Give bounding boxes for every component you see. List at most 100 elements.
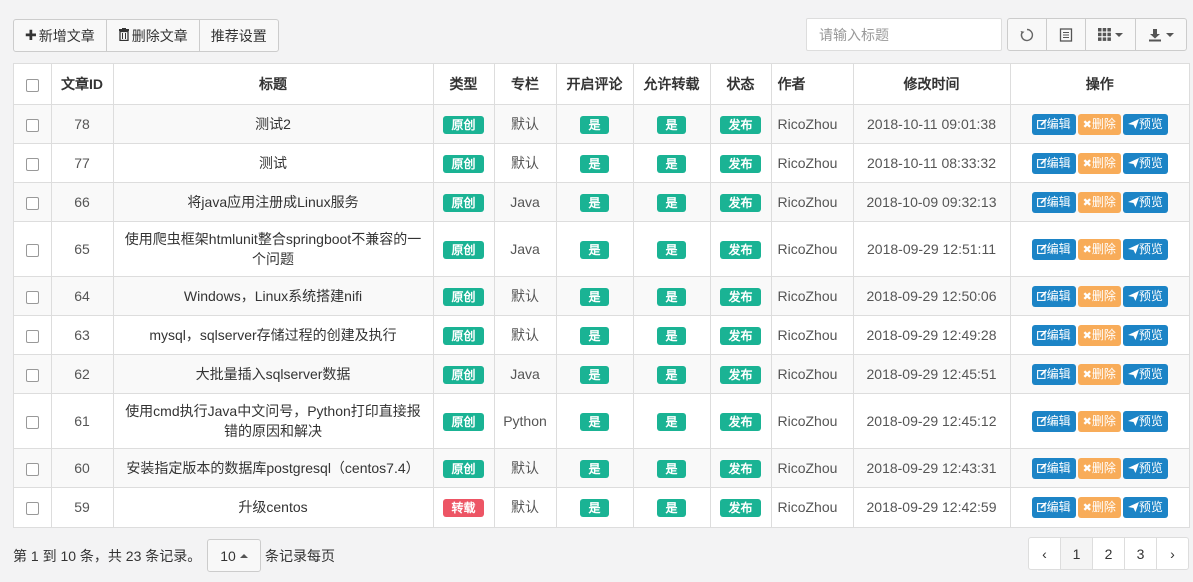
close-icon: ✖ bbox=[1082, 197, 1092, 209]
preview-button[interactable]: 预览 bbox=[1122, 364, 1168, 385]
delete-button[interactable]: ✖删除 bbox=[1077, 192, 1121, 213]
preview-button[interactable]: 预览 bbox=[1122, 239, 1168, 260]
edit-label: 编辑 bbox=[1046, 242, 1071, 256]
edit-button[interactable]: 编辑 bbox=[1031, 114, 1076, 135]
type-cell: 原创 bbox=[432, 276, 494, 316]
comment-badge: 是 bbox=[580, 499, 609, 518]
plus-icon: ✚ bbox=[25, 27, 37, 43]
select-all-checkbox[interactable] bbox=[25, 78, 39, 92]
edit-label: 编辑 bbox=[1046, 195, 1071, 209]
article-modified: 2018-10-11 09:01:38 bbox=[852, 104, 1010, 144]
comment-badge: 是 bbox=[580, 241, 609, 259]
header-type[interactable]: 类型 bbox=[432, 64, 494, 105]
delete-button[interactable]: ✖删除 bbox=[1077, 325, 1121, 346]
header-modified[interactable]: 修改时间 bbox=[852, 64, 1010, 105]
row-checkbox[interactable] bbox=[25, 368, 39, 382]
toggle-view-button[interactable] bbox=[1046, 18, 1086, 51]
preview-button[interactable]: 预览 bbox=[1122, 192, 1168, 213]
header-title[interactable]: 标题 bbox=[112, 64, 433, 105]
article-column: Python bbox=[493, 393, 556, 449]
row-select-cell bbox=[14, 393, 51, 449]
columns-dropdown-button[interactable] bbox=[1085, 18, 1136, 51]
refresh-icon bbox=[1020, 28, 1034, 41]
row-checkbox[interactable] bbox=[25, 243, 39, 257]
row-select-cell bbox=[14, 221, 51, 277]
header-author[interactable]: 作者 bbox=[770, 64, 853, 105]
chevron-down-icon bbox=[1115, 32, 1123, 37]
preview-button[interactable]: 预览 bbox=[1122, 458, 1168, 479]
delete-button[interactable]: ✖删除 bbox=[1077, 364, 1121, 385]
preview-button[interactable]: 预览 bbox=[1122, 325, 1168, 346]
row-checkbox[interactable] bbox=[25, 290, 39, 304]
header-comment[interactable]: 开启评论 bbox=[555, 64, 633, 105]
recommend-settings-button[interactable]: 推荐设置 bbox=[198, 19, 279, 52]
preview-button[interactable]: 预览 bbox=[1122, 114, 1168, 135]
row-checkbox[interactable] bbox=[25, 329, 39, 343]
search-input[interactable] bbox=[806, 18, 1002, 51]
add-article-button[interactable]: ✚ 新增文章 bbox=[13, 19, 107, 52]
row-checkbox[interactable] bbox=[25, 157, 39, 171]
row-checkbox[interactable] bbox=[25, 415, 39, 429]
edit-label: 编辑 bbox=[1046, 461, 1071, 475]
edit-button[interactable]: 编辑 bbox=[1031, 153, 1076, 174]
preview-button[interactable]: 预览 bbox=[1122, 153, 1168, 174]
preview-label: 预览 bbox=[1138, 367, 1163, 381]
edit-button[interactable]: 编辑 bbox=[1031, 497, 1076, 519]
delete-button[interactable]: ✖删除 bbox=[1077, 286, 1121, 307]
delete-button[interactable]: ✖删除 bbox=[1077, 239, 1121, 260]
article-column: 默认 bbox=[493, 487, 556, 527]
table-row: 78 测试2 原创 默认 是 是 发布 RicoZhou 2018-10-11 09:01:38… bbox=[14, 104, 1189, 144]
type-badge: 转载 bbox=[443, 499, 484, 518]
prev-page-button[interactable]: ‹ bbox=[1028, 537, 1061, 570]
edit-icon bbox=[1036, 416, 1047, 426]
page-3-button[interactable]: 3 bbox=[1124, 537, 1157, 570]
header-id[interactable]: 文章ID bbox=[50, 64, 113, 105]
delete-article-button[interactable]: 删除文章 bbox=[105, 19, 200, 52]
edit-button[interactable]: 编辑 bbox=[1031, 286, 1076, 307]
preview-button[interactable]: 预览 bbox=[1122, 497, 1168, 519]
article-author: RicoZhou bbox=[770, 276, 853, 316]
header-column[interactable]: 专栏 bbox=[493, 64, 556, 105]
header-status[interactable]: 状态 bbox=[709, 64, 771, 105]
repost-badge: 是 bbox=[657, 194, 686, 212]
page-size-dropdown[interactable]: 10 bbox=[207, 539, 261, 572]
row-select-cell bbox=[14, 276, 51, 316]
actions-cell: 编辑 ✖删除 预览 bbox=[1009, 354, 1189, 394]
page-1-button[interactable]: 1 bbox=[1060, 537, 1093, 570]
edit-button[interactable]: 编辑 bbox=[1031, 411, 1076, 432]
delete-label: 删除 bbox=[1091, 117, 1116, 131]
row-checkbox[interactable] bbox=[25, 118, 39, 132]
refresh-button[interactable] bbox=[1007, 18, 1047, 51]
edit-button[interactable]: 编辑 bbox=[1031, 325, 1076, 346]
row-checkbox[interactable] bbox=[25, 462, 39, 476]
edit-button[interactable]: 编辑 bbox=[1031, 239, 1076, 260]
row-checkbox[interactable] bbox=[25, 196, 39, 210]
status-badge: 发布 bbox=[720, 288, 761, 306]
delete-button[interactable]: ✖删除 bbox=[1077, 114, 1121, 135]
status-badge: 发布 bbox=[720, 194, 761, 212]
preview-button[interactable]: 预览 bbox=[1122, 411, 1168, 432]
next-page-button[interactable]: › bbox=[1156, 537, 1189, 570]
type-badge: 原创 bbox=[443, 241, 484, 259]
article-author: RicoZhou bbox=[770, 393, 853, 449]
article-modified: 2018-09-29 12:42:59 bbox=[852, 487, 1010, 527]
edit-button[interactable]: 编辑 bbox=[1031, 192, 1076, 213]
preview-button[interactable]: 预览 bbox=[1122, 286, 1168, 307]
export-dropdown-button[interactable] bbox=[1135, 18, 1187, 51]
delete-button[interactable]: ✖删除 bbox=[1077, 497, 1121, 519]
article-author: RicoZhou bbox=[770, 448, 853, 488]
header-repost[interactable]: 允许转载 bbox=[632, 64, 710, 105]
edit-button[interactable]: 编辑 bbox=[1031, 458, 1076, 479]
delete-button[interactable]: ✖删除 bbox=[1077, 458, 1121, 479]
edit-label: 编辑 bbox=[1046, 289, 1071, 303]
preview-label: 预览 bbox=[1138, 328, 1163, 342]
edit-button[interactable]: 编辑 bbox=[1031, 364, 1076, 385]
article-modified: 2018-09-29 12:49:28 bbox=[852, 315, 1010, 355]
status-badge: 发布 bbox=[720, 327, 761, 345]
toolbar: ✚ 新增文章 删除文章 推荐设置 bbox=[13, 19, 279, 52]
delete-button[interactable]: ✖删除 bbox=[1077, 153, 1121, 174]
row-checkbox[interactable] bbox=[25, 502, 39, 516]
page-2-button[interactable]: 2 bbox=[1092, 537, 1125, 570]
delete-button[interactable]: ✖删除 bbox=[1077, 411, 1121, 432]
type-badge: 原创 bbox=[443, 327, 484, 345]
